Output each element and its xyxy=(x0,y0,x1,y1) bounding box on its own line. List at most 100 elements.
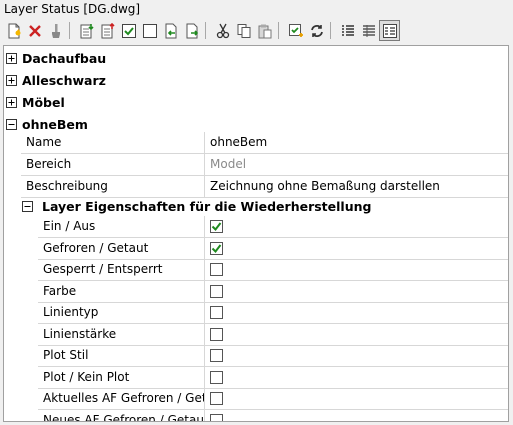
add-icon xyxy=(288,23,303,37)
check-icon xyxy=(211,222,222,232)
new-state-icon xyxy=(8,23,20,38)
refresh-icon xyxy=(310,24,323,37)
layer-property-checkbox[interactable] xyxy=(210,241,223,255)
add-button[interactable] xyxy=(285,20,306,41)
group-row[interactable]: Dachaufbau xyxy=(4,48,508,70)
list-view-icon xyxy=(341,24,354,36)
layer-property-value xyxy=(205,281,508,303)
layer-property-checkbox[interactable] xyxy=(210,349,223,362)
paste-icon xyxy=(258,24,271,38)
property-key: Bereich xyxy=(21,154,205,176)
import-icon xyxy=(80,23,94,38)
brush-icon xyxy=(51,23,60,38)
copy-icon xyxy=(237,23,250,38)
name-field[interactable]: ohneBem xyxy=(205,132,508,154)
layer-property-checkbox[interactable] xyxy=(210,284,223,298)
toolbar-separator xyxy=(205,22,206,39)
group-label: Dachaufbau xyxy=(22,51,107,66)
refresh-button[interactable] xyxy=(306,20,327,41)
new-state-button[interactable] xyxy=(3,20,24,41)
subgroup-row[interactable]: Layer Eigenschaften für die Wiederherste… xyxy=(4,196,508,218)
paste-button[interactable] xyxy=(254,20,275,41)
collapse-icon[interactable] xyxy=(22,201,33,212)
group-label: Alleschwarz xyxy=(22,73,106,88)
expand-icon[interactable] xyxy=(6,53,17,64)
layer-property-value xyxy=(205,410,508,421)
layer-property-value xyxy=(205,345,508,367)
delete-icon xyxy=(28,24,41,37)
layer-property-value xyxy=(205,388,508,410)
layer-property-key: Aktuelles AF Gefroren / Getaut xyxy=(38,388,205,410)
group-row[interactable]: Möbel xyxy=(4,92,508,114)
uncheck-all-button[interactable] xyxy=(139,20,160,41)
import-button[interactable] xyxy=(76,20,97,41)
layer-property-key: Plot / Kein Plot xyxy=(38,366,205,389)
property-row: Name ohneBem xyxy=(4,132,508,154)
layer-property-checkbox[interactable] xyxy=(210,413,223,421)
cut-icon xyxy=(216,23,229,38)
edit-layers-icon xyxy=(186,23,198,38)
export-button[interactable] xyxy=(97,20,118,41)
layer-property-value xyxy=(205,216,508,238)
description-field[interactable]: Zeichnung ohne Bemaßung darstellen xyxy=(205,176,508,198)
layer-state-property-tree: Dachaufbau Alleschwarz Möbel ohneBem Nam… xyxy=(3,45,509,422)
layer-property-checkbox[interactable] xyxy=(210,306,223,319)
layer-property-checkbox[interactable] xyxy=(210,220,223,233)
property-key: Beschreibung xyxy=(21,176,205,198)
group-row[interactable]: Alleschwarz xyxy=(4,70,508,92)
collapse-icon[interactable] xyxy=(6,119,17,130)
cut-button[interactable] xyxy=(212,20,233,41)
toolbar-separator xyxy=(278,22,279,39)
toolbar-separator xyxy=(330,22,331,39)
layer-property-key: Linienstärke xyxy=(38,323,205,346)
copy-button[interactable] xyxy=(233,20,254,41)
check-all-icon xyxy=(121,23,136,38)
toolbar-separator xyxy=(69,22,70,39)
layer-property-value xyxy=(205,259,508,281)
uncheck-all-icon xyxy=(142,23,157,38)
expand-icon[interactable] xyxy=(6,97,17,108)
layer-property-row: Linienstärke xyxy=(4,323,508,346)
brush-button[interactable] xyxy=(45,20,66,41)
layer-property-row: Ein / Aus xyxy=(4,216,508,238)
check-icon xyxy=(211,243,222,253)
layer-property-value xyxy=(205,324,508,346)
layer-property-key: Linientyp xyxy=(38,302,205,324)
layer-property-key: Plot Stil xyxy=(38,345,205,367)
check-all-button[interactable] xyxy=(118,20,139,41)
restore-icon xyxy=(165,23,176,38)
group-label: Möbel xyxy=(22,95,65,110)
property-view-button[interactable] xyxy=(379,20,400,41)
layer-property-key: Ein / Aus xyxy=(38,216,205,238)
layer-property-value xyxy=(205,302,508,324)
layer-property-row: Neues AF Gefroren / Getaut xyxy=(4,409,508,421)
property-view-icon xyxy=(382,23,397,38)
layer-property-value xyxy=(205,238,508,260)
expand-icon[interactable] xyxy=(6,75,17,86)
property-key: Name xyxy=(21,132,205,154)
detail-view-button[interactable] xyxy=(358,20,379,41)
edit-layers-button[interactable] xyxy=(181,20,202,41)
detail-view-icon xyxy=(362,24,375,37)
layer-property-row: Gesperrt / Entsperrt xyxy=(4,259,508,281)
subgroup-label: Layer Eigenschaften für die Wiederherste… xyxy=(42,199,372,214)
layer-property-key: Farbe xyxy=(38,280,205,303)
export-icon xyxy=(101,22,115,38)
window-title: Layer Status [DG.dwg] xyxy=(0,0,513,19)
toolbar xyxy=(0,19,513,44)
layer-property-checkbox[interactable] xyxy=(210,263,223,276)
delete-button[interactable] xyxy=(24,20,45,41)
restore-button[interactable] xyxy=(160,20,181,41)
property-row: Bereich Model xyxy=(4,154,508,176)
layer-property-checkbox[interactable] xyxy=(210,327,223,341)
layer-property-row: Gefroren / Getaut xyxy=(4,237,508,260)
property-row: Beschreibung Zeichnung ohne Bemaßung dar… xyxy=(4,176,508,198)
layer-property-row: Farbe xyxy=(4,280,508,303)
layer-property-value xyxy=(205,367,508,389)
group-label: ohneBem xyxy=(22,117,88,132)
layer-property-checkbox[interactable] xyxy=(210,392,223,405)
layer-property-checkbox[interactable] xyxy=(210,370,223,384)
layer-property-key: Neues AF Gefroren / Getaut xyxy=(38,409,205,421)
list-view-button[interactable] xyxy=(337,20,358,41)
layer-property-key: Gefroren / Getaut xyxy=(38,237,205,260)
